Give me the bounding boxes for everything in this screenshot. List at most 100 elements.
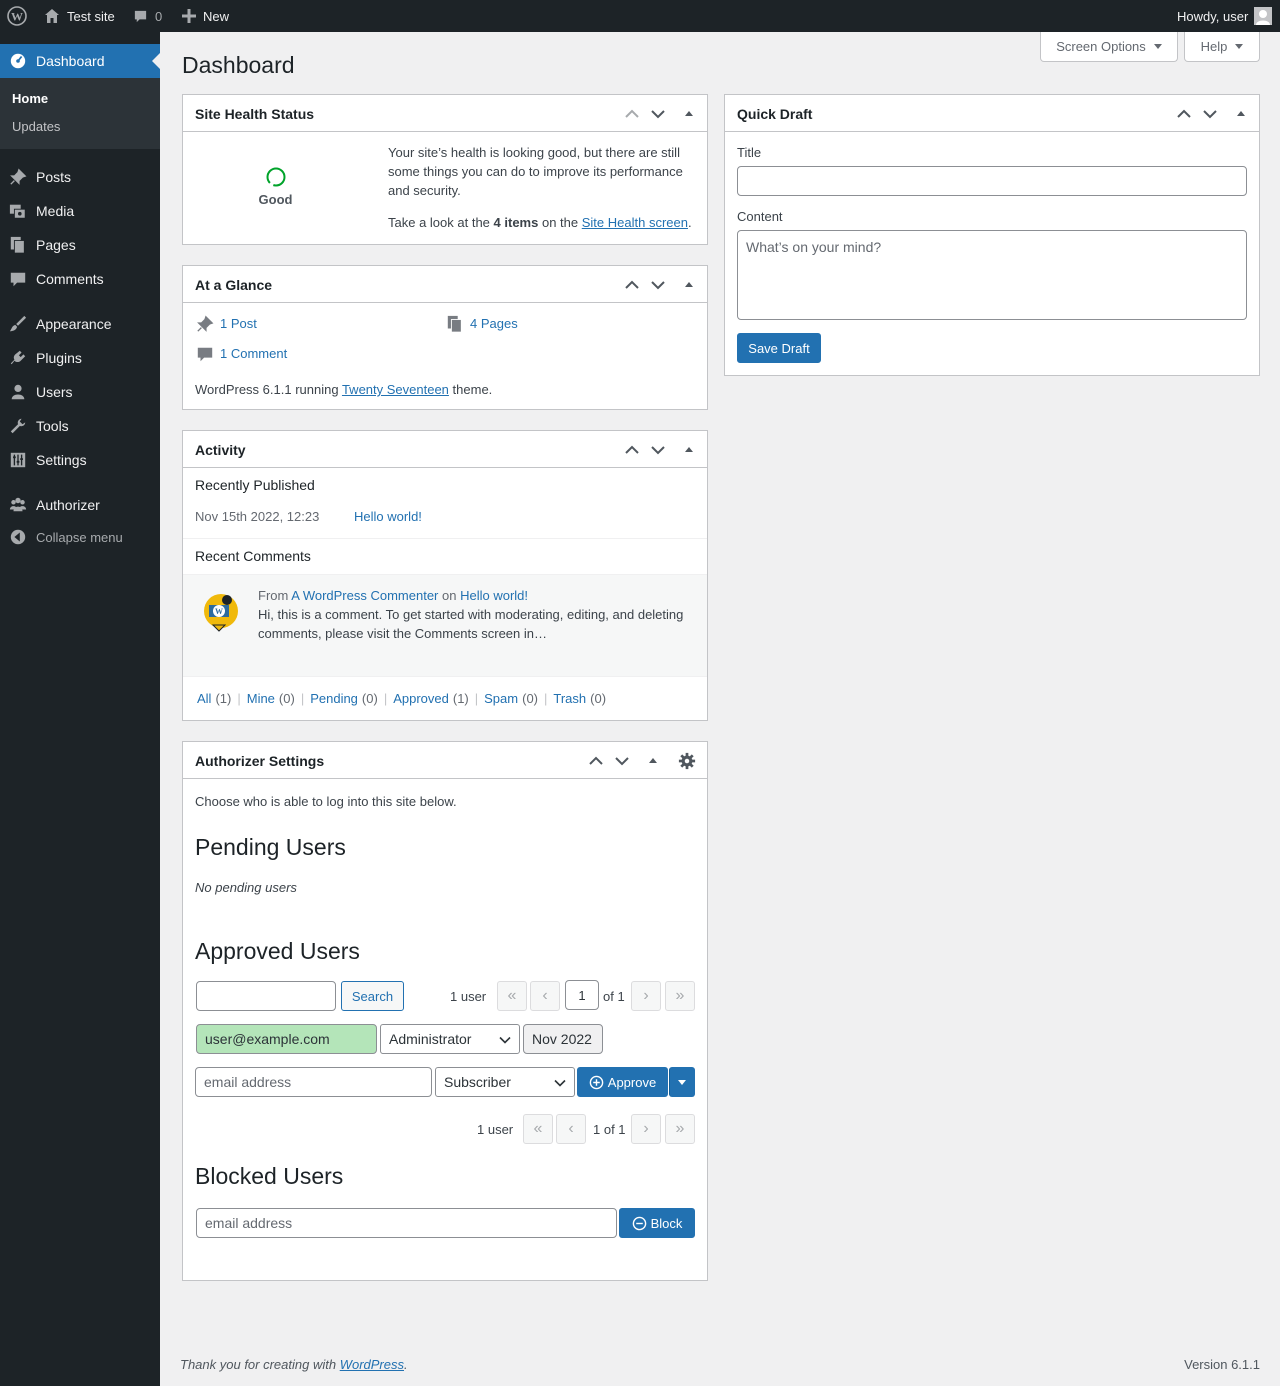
last-page-button[interactable]: » bbox=[665, 1114, 695, 1144]
move-down-icon[interactable] bbox=[649, 441, 667, 459]
dashboard-submenu: Home Updates bbox=[0, 78, 160, 149]
move-down-icon[interactable] bbox=[613, 752, 631, 770]
wordpress-logo-icon[interactable]: W bbox=[7, 0, 27, 32]
menu-item-pages[interactable]: Pages bbox=[0, 228, 160, 262]
draft-title-input[interactable] bbox=[737, 166, 1247, 196]
comment-filter-spam[interactable]: Spam bbox=[484, 691, 518, 706]
site-health-screen-link[interactable]: Site Health screen bbox=[582, 215, 688, 230]
move-up-icon[interactable] bbox=[623, 105, 641, 123]
block-email-input[interactable] bbox=[196, 1208, 617, 1238]
new-user-role-select[interactable]: Subscriber bbox=[435, 1067, 575, 1097]
menu-item-dashboard[interactable]: Dashboard bbox=[0, 44, 160, 78]
my-account-link[interactable]: Howdy, user bbox=[1177, 0, 1273, 32]
move-down-icon[interactable] bbox=[649, 105, 667, 123]
menu-item-users[interactable]: Users bbox=[0, 375, 160, 409]
menu-label-collapse: Collapse menu bbox=[36, 529, 123, 545]
move-up-icon[interactable] bbox=[1175, 105, 1193, 123]
wordpress-link[interactable]: WordPress bbox=[340, 1357, 404, 1372]
health-take-look: Take a look at the 4 items on the Site H… bbox=[388, 213, 708, 232]
help-button[interactable]: Help bbox=[1184, 32, 1260, 62]
approve-options-dropdown[interactable] bbox=[669, 1067, 695, 1097]
pages-count-link[interactable]: 4 Pages bbox=[470, 314, 518, 333]
first-page-button[interactable]: « bbox=[523, 1114, 553, 1144]
menu-item-comments[interactable]: Comments bbox=[0, 262, 160, 296]
move-up-icon[interactable] bbox=[623, 441, 641, 459]
collapse-menu-button[interactable]: Collapse menu bbox=[0, 520, 160, 554]
take-look-prefix: Take a look at the bbox=[388, 215, 490, 230]
menu-item-plugins[interactable]: Plugins bbox=[0, 341, 160, 375]
comment-filter-trash[interactable]: Trash bbox=[553, 691, 586, 706]
posts-count-link[interactable]: 1 Post bbox=[220, 314, 257, 333]
menu-item-settings[interactable]: Settings bbox=[0, 443, 160, 477]
comment-author-link[interactable]: A WordPress Commenter bbox=[291, 588, 438, 603]
gear-icon[interactable] bbox=[678, 752, 696, 770]
comment-filter-approved[interactable]: Approved bbox=[393, 691, 449, 706]
page-of-total: of 1 bbox=[603, 989, 625, 1004]
filter-separator: | bbox=[544, 691, 548, 706]
next-page-button[interactable]: › bbox=[631, 981, 661, 1011]
new-content-link[interactable]: New bbox=[182, 0, 229, 32]
last-page-button[interactable]: » bbox=[665, 981, 695, 1011]
footer-version: Version 6.1.1 bbox=[1184, 1357, 1260, 1372]
widget-header: Site Health Status bbox=[183, 95, 707, 132]
comment-post-link[interactable]: Hello world! bbox=[460, 588, 528, 603]
comment-filter-all[interactable]: All bbox=[197, 691, 211, 706]
comments-count-link[interactable]: 1 Comment bbox=[220, 344, 287, 363]
approved-user-role-select[interactable]: Administrator bbox=[380, 1024, 520, 1054]
approved-users-search-input[interactable] bbox=[196, 981, 336, 1011]
site-health-widget: Site Health Status Good Your site’s heal… bbox=[182, 94, 708, 245]
site-name-link[interactable]: Test site bbox=[44, 0, 115, 32]
new-approved-email-input[interactable] bbox=[195, 1067, 432, 1097]
menu-label-tools: Tools bbox=[36, 418, 69, 434]
prev-page-button[interactable]: ‹ bbox=[556, 1114, 586, 1144]
current-page-input[interactable] bbox=[565, 980, 599, 1010]
period: . bbox=[687, 215, 692, 230]
submenu-item-home[interactable]: Home bbox=[12, 91, 48, 106]
comment-filter-pending[interactable]: Pending bbox=[310, 691, 358, 706]
comment-filters: All (1) | Mine (0) | Pending (0) | Approved (1) | Sp… bbox=[197, 689, 606, 708]
toggle-panel-icon[interactable] bbox=[680, 276, 698, 294]
comment-filter-mine[interactable]: Mine bbox=[247, 691, 275, 706]
comments-icon bbox=[10, 272, 26, 287]
block-button[interactable]: Block bbox=[619, 1208, 695, 1238]
items-count: 4 items bbox=[493, 215, 539, 230]
draft-content-textarea[interactable] bbox=[737, 230, 1247, 320]
screen-options-label: Screen Options bbox=[1056, 39, 1146, 54]
toggle-panel-icon[interactable] bbox=[644, 752, 662, 770]
menu-item-appearance[interactable]: Appearance bbox=[0, 307, 160, 341]
comments-link[interactable]: 0 bbox=[133, 0, 162, 32]
screen-options-button[interactable]: Screen Options bbox=[1040, 32, 1178, 62]
toggle-panel-icon[interactable] bbox=[680, 105, 698, 123]
move-up-icon[interactable] bbox=[587, 752, 605, 770]
authorizer-settings-widget: Authorizer Settings Choose who is able t… bbox=[182, 741, 708, 1281]
menu-item-posts[interactable]: Posts bbox=[0, 160, 160, 194]
quick-draft-widget: Quick Draft Title Content Save Draft bbox=[724, 94, 1260, 376]
filter-separator: | bbox=[300, 691, 305, 706]
menu-label-authorizer: Authorizer bbox=[36, 497, 100, 513]
first-page-button[interactable]: « bbox=[497, 981, 527, 1011]
move-down-icon[interactable] bbox=[1201, 105, 1219, 123]
search-button[interactable]: Search bbox=[341, 981, 404, 1011]
menu-item-authorizer[interactable]: Authorizer bbox=[0, 488, 160, 522]
version-info: WordPress 6.1.1 running Twenty Seventeen… bbox=[195, 380, 492, 399]
howdy-text: Howdy, user bbox=[1177, 8, 1249, 24]
published-post-link[interactable]: Hello world! bbox=[354, 507, 422, 526]
caret-down-icon bbox=[1235, 44, 1244, 49]
submenu-item-updates[interactable]: Updates bbox=[12, 119, 60, 134]
new-label: New bbox=[203, 8, 230, 24]
comment-filter-count: (0) bbox=[590, 691, 607, 706]
theme-link[interactable]: Twenty Seventeen bbox=[342, 382, 449, 397]
menu-item-tools[interactable]: Tools bbox=[0, 409, 160, 443]
toggle-panel-icon[interactable] bbox=[680, 441, 698, 459]
save-draft-button[interactable]: Save Draft bbox=[737, 333, 821, 363]
move-down-icon[interactable] bbox=[649, 276, 667, 294]
menu-label-users: Users bbox=[36, 384, 73, 400]
next-page-button[interactable]: › bbox=[631, 1114, 661, 1144]
move-up-icon[interactable] bbox=[623, 276, 641, 294]
home-icon bbox=[45, 9, 59, 23]
menu-item-media[interactable]: Media bbox=[0, 194, 160, 228]
plus-circle-icon bbox=[589, 1075, 604, 1089]
prev-page-button[interactable]: ‹ bbox=[530, 981, 560, 1011]
approve-button[interactable]: Approve bbox=[577, 1067, 668, 1097]
toggle-panel-icon[interactable] bbox=[1232, 105, 1250, 123]
